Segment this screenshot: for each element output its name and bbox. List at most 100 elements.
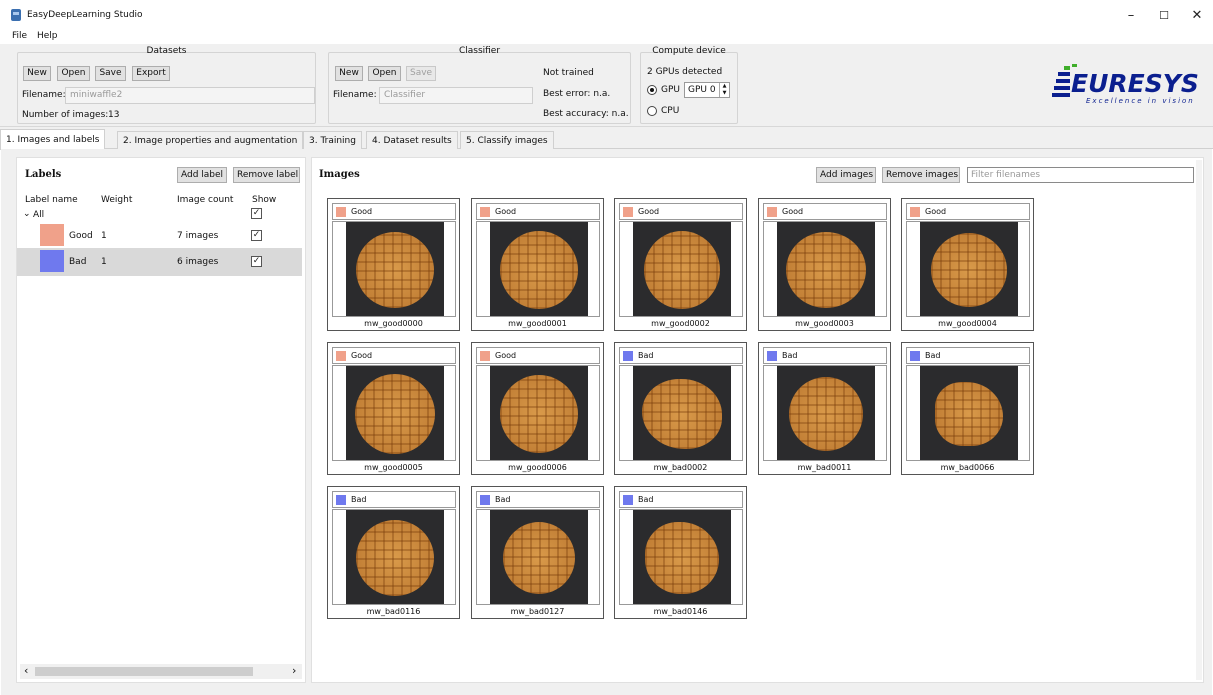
show-all-checkbox[interactable]: ✓ [251,208,262,219]
classifier-save-button[interactable]: Save [406,66,436,81]
card-label-text: Good [495,351,517,360]
remove-label-button[interactable]: Remove label [233,167,300,183]
dataset-export-button[interactable]: Export [132,66,170,81]
card-image[interactable] [906,221,1030,317]
image-card[interactable]: Bad mw_bad0066 [901,342,1034,475]
card-image[interactable] [619,365,743,461]
image-card[interactable]: Bad mw_bad0146 [614,486,747,619]
image-card[interactable]: Good mw_good0002 [614,198,747,331]
card-label-selector[interactable]: Good [619,203,743,220]
tab-images-labels[interactable]: 1. Images and labels [0,129,106,150]
chevron-down-icon[interactable]: ⌄ [23,209,31,219]
cpu-radio[interactable] [647,106,657,116]
image-card[interactable]: Bad mw_bad0002 [614,342,747,475]
card-label-selector[interactable]: Bad [332,491,456,508]
add-label-button[interactable]: Add label [177,167,227,183]
card-label-selector[interactable]: Good [332,203,456,220]
menu-help[interactable]: Help [37,31,58,41]
good-color-swatch[interactable] [40,224,64,246]
card-label-selector[interactable]: Good [906,203,1030,220]
gpu-spinbox[interactable]: GPU 0 ▲ ▼ [684,82,730,98]
card-filename: mw_bad0116 [366,607,421,616]
card-image[interactable] [763,365,887,461]
image-card[interactable]: Bad mw_bad0116 [327,486,460,619]
card-image[interactable] [332,509,456,605]
image-card[interactable]: Good mw_good0006 [471,342,604,475]
label-all[interactable]: All [33,210,44,220]
scroll-thumb[interactable] [35,667,253,676]
card-label-selector[interactable]: Bad [619,347,743,364]
card-image[interactable] [763,221,887,317]
show-bad-checkbox[interactable]: ✓ [251,256,262,267]
card-label-text: Bad [638,351,654,360]
add-images-button[interactable]: Add images [816,167,876,183]
close-button[interactable]: ✕ [1184,6,1210,26]
waffle-image [503,522,575,594]
scroll-right-icon[interactable]: › [292,664,296,677]
tab-dataset-results[interactable]: 4. Dataset results [366,131,458,150]
card-label-selector[interactable]: Good [332,347,456,364]
card-image-background [346,510,444,604]
scroll-left-icon[interactable]: ‹ [24,664,28,677]
image-card[interactable]: Bad mw_bad0011 [758,342,891,475]
card-label-selector[interactable]: Good [476,203,600,220]
gpu-detected: 2 GPUs detected [647,67,723,77]
card-image[interactable] [906,365,1030,461]
card-image[interactable] [619,221,743,317]
card-label-selector[interactable]: Bad [476,491,600,508]
classifier-new-button[interactable]: New [335,66,363,81]
card-filename: mw_good0005 [364,463,423,472]
card-image[interactable] [476,365,600,461]
bad-color-swatch[interactable] [40,250,64,272]
image-card[interactable]: Bad mw_bad0127 [471,486,604,619]
card-image[interactable] [332,221,456,317]
card-image[interactable] [332,365,456,461]
filter-filenames-input[interactable]: Filter filenames [967,167,1194,183]
card-label-selector[interactable]: Bad [763,347,887,364]
card-filename: mw_bad0066 [940,463,995,472]
dataset-save-button[interactable]: Save [95,66,126,81]
maximize-button[interactable]: ☐ [1151,6,1177,26]
image-card[interactable]: Good mw_good0000 [327,198,460,331]
minimize-button[interactable]: – [1118,6,1144,26]
bad-weight[interactable]: 1 [101,257,107,267]
menu-file[interactable]: File [12,31,27,41]
card-image[interactable] [619,509,743,605]
card-label-swatch [623,495,633,505]
card-filename: mw_good0002 [651,319,710,328]
col-label-name: Label name [25,195,78,205]
good-weight[interactable]: 1 [101,231,107,241]
best-accuracy: Best accuracy: n.a. [543,109,629,119]
tab-training[interactable]: 3. Training [303,131,362,150]
gpu-radio[interactable] [647,85,657,95]
images-vscrollbar[interactable] [1196,160,1202,680]
waffle-image [642,379,722,449]
card-label-selector[interactable]: Good [476,347,600,364]
card-image[interactable] [476,221,600,317]
dataset-open-button[interactable]: Open [57,66,90,81]
card-label-text: Good [351,351,373,360]
image-card[interactable]: Good mw_good0005 [327,342,460,475]
classifier-open-button[interactable]: Open [368,66,401,81]
card-image-background [633,222,731,316]
show-good-checkbox[interactable]: ✓ [251,230,262,241]
card-label-selector[interactable]: Bad [619,491,743,508]
classifier-filename-field[interactable]: Classifier [379,87,533,104]
card-image[interactable] [476,509,600,605]
remove-images-button[interactable]: Remove images [882,167,960,183]
dataset-filename-field[interactable]: miniwaffle2 [65,87,315,104]
tab-image-properties[interactable]: 2. Image properties and augmentation [117,131,304,150]
labels-title: Labels [25,169,62,180]
image-card[interactable]: Good mw_good0004 [901,198,1034,331]
card-label-swatch [480,207,490,217]
card-label-selector[interactable]: Good [763,203,887,220]
card-label-text: Bad [495,495,511,504]
card-label-text: Good [638,207,660,216]
dataset-new-button[interactable]: New [23,66,51,81]
image-card[interactable]: Good mw_good0003 [758,198,891,331]
spin-arrows-icon[interactable]: ▲ ▼ [719,83,729,97]
card-label-selector[interactable]: Bad [906,347,1030,364]
dataset-filename-label: Filename: [22,90,66,100]
image-card[interactable]: Good mw_good0001 [471,198,604,331]
tab-classify-images[interactable]: 5. Classify images [460,131,554,150]
